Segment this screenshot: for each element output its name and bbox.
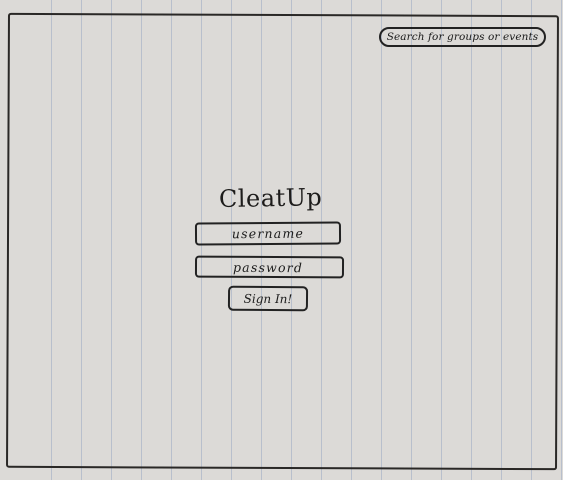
sign-in-button[interactable]: Sign In!: [227, 285, 309, 312]
sketch-paper: Search for groups or events CleatUp user…: [0, 0, 563, 480]
password-field[interactable]: password: [194, 255, 345, 279]
username-field[interactable]: username: [194, 221, 342, 246]
search-input[interactable]: Search for groups or events: [379, 27, 546, 47]
app-title: CleatUp: [218, 183, 323, 214]
